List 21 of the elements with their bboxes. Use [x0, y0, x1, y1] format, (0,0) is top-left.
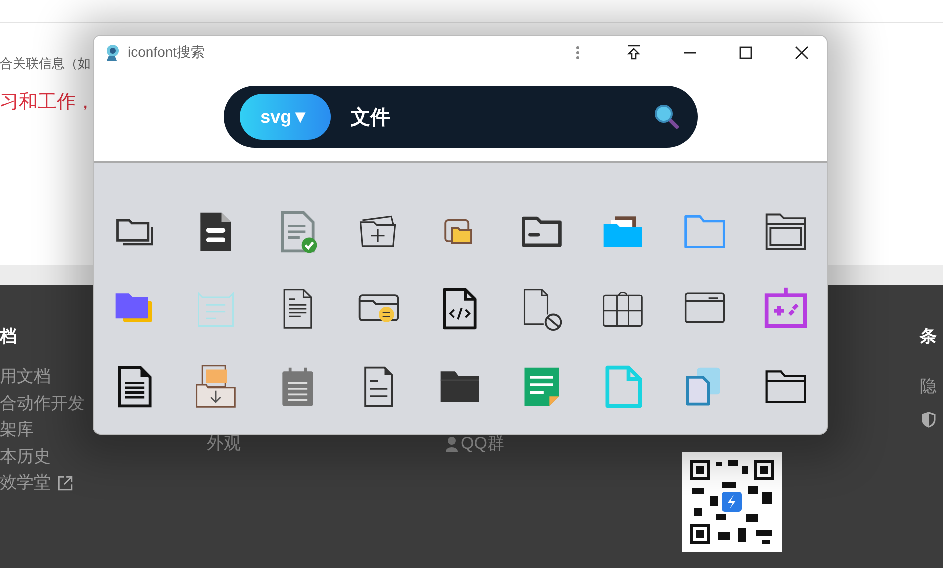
type-dropdown-button[interactable]: svg▼ — [240, 94, 330, 140]
shield-icon — [920, 410, 938, 428]
pin-icon — [626, 45, 642, 61]
footer-link[interactable]: 用文档 — [0, 364, 51, 390]
page-text: 习和工作， — [0, 91, 96, 115]
maximize-icon — [739, 46, 753, 60]
footer-link[interactable]: 本历史 — [0, 444, 51, 470]
footer-link[interactable]: 外观 — [207, 431, 241, 458]
footer-link[interactable]: 合动作开发 — [0, 390, 85, 417]
external-link-icon — [57, 474, 74, 492]
close-icon — [795, 46, 809, 60]
footer-link[interactable]: QQ群 — [445, 431, 504, 458]
window-title: iconfont搜索 — [128, 44, 206, 62]
more-icon — [576, 46, 580, 60]
footer-heading: 条 — [920, 326, 937, 348]
page-text: 合关联信息（如 — [0, 55, 92, 73]
footer-link[interactable]: 隐 — [920, 374, 937, 400]
person-icon — [445, 436, 459, 452]
footer-link[interactable]: 架库 — [0, 417, 34, 444]
footer-link[interactable]: 效学堂 — [0, 470, 74, 496]
search-field[interactable]: 文件 — [348, 104, 634, 130]
